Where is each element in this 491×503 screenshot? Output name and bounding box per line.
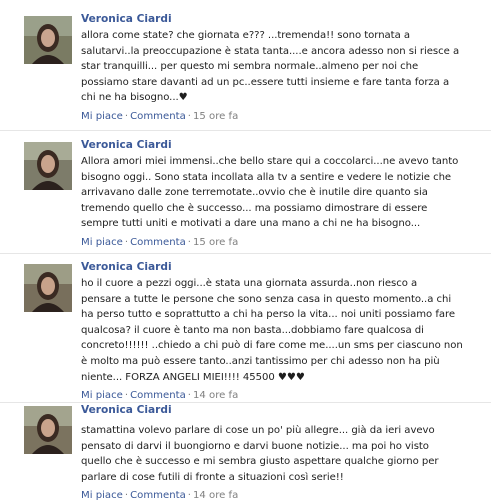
avatar[interactable] — [24, 406, 72, 454]
comment-link[interactable]: Commenta — [130, 237, 186, 248]
news-feed: Veronica Ciardi allora come state? che g… — [0, 0, 491, 503]
like-link[interactable]: Mi piace — [81, 237, 123, 248]
profile-photo-icon — [24, 142, 72, 190]
comment-link[interactable]: Commenta — [130, 111, 186, 122]
avatar[interactable] — [24, 142, 72, 190]
feed-post: Veronica Ciardi stamattina volevo parlar… — [0, 403, 491, 503]
post-text: stamattina volevo parlare di cose un po'… — [81, 425, 439, 483]
avatar[interactable] — [24, 264, 72, 312]
post-author[interactable]: Veronica Ciardi — [81, 403, 487, 417]
post-text: Allora amori miei immensi..che bello sta… — [81, 156, 459, 230]
post-text: allora come state? che giornata e??? ...… — [81, 30, 460, 104]
like-link[interactable]: Mi piace — [81, 490, 123, 501]
post-text: ho il cuore a pezzi oggi...è stata una g… — [81, 278, 463, 383]
like-link[interactable]: Mi piace — [81, 111, 123, 122]
meta-separator: · — [187, 236, 191, 248]
post-meta: Mi piace · Commenta · 14 ore fa — [81, 389, 487, 403]
avatar[interactable] — [24, 16, 72, 64]
post-meta: Mi piace · Commenta · 14 ore fa — [81, 489, 487, 503]
feed-post: Veronica Ciardi allora come state? che g… — [0, 6, 491, 131]
post-author[interactable]: Veronica Ciardi — [81, 138, 487, 152]
post-timestamp[interactable]: 15 ore fa — [193, 237, 238, 248]
post-meta: Mi piace · Commenta · 15 ore fa — [81, 236, 487, 250]
feed-post: Veronica Ciardi Allora amori miei immens… — [0, 131, 491, 254]
post-timestamp[interactable]: 15 ore fa — [193, 111, 238, 122]
comment-link[interactable]: Commenta — [130, 490, 186, 501]
profile-photo-icon — [24, 264, 72, 312]
post-timestamp[interactable]: 14 ore fa — [193, 390, 238, 401]
profile-photo-icon — [24, 406, 72, 454]
post-author[interactable]: Veronica Ciardi — [81, 12, 487, 26]
post-author[interactable]: Veronica Ciardi — [81, 260, 487, 274]
comment-link[interactable]: Commenta — [130, 390, 186, 401]
like-link[interactable]: Mi piace — [81, 390, 123, 401]
post-timestamp[interactable]: 14 ore fa — [193, 490, 238, 501]
profile-photo-icon — [24, 16, 72, 64]
meta-separator: · — [187, 110, 191, 122]
post-meta: Mi piace · Commenta · 15 ore fa — [81, 110, 487, 124]
meta-separator: · — [187, 490, 191, 502]
meta-separator: · — [187, 390, 191, 402]
feed-post: Veronica Ciardi ho il cuore a pezzi oggi… — [0, 254, 491, 403]
